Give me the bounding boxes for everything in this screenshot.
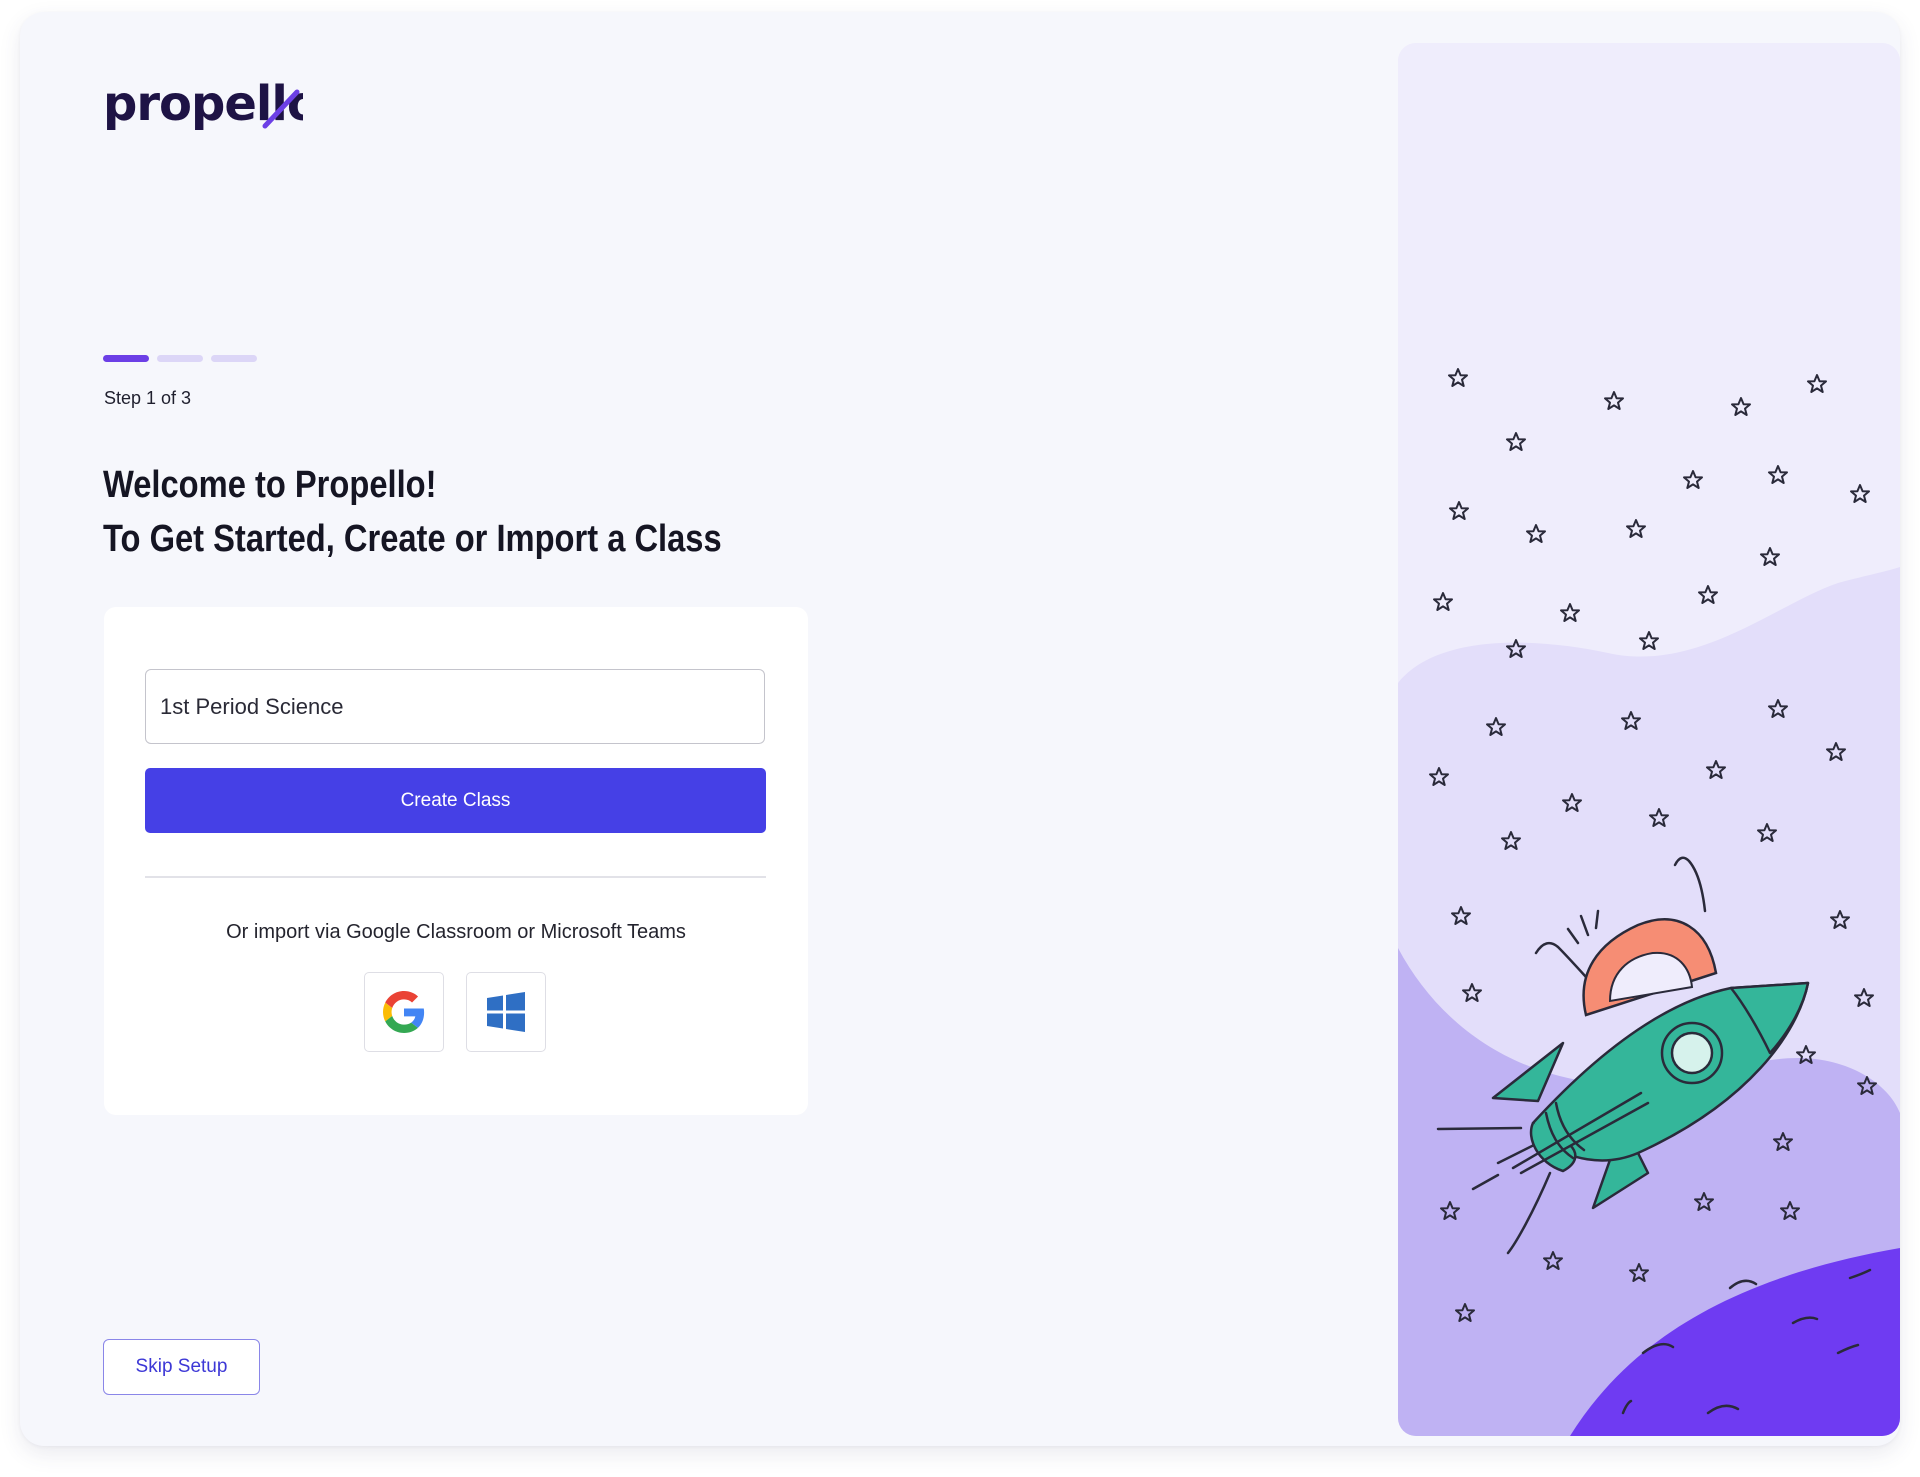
progress-segment	[157, 355, 203, 362]
create-class-button[interactable]: Create Class	[145, 768, 766, 833]
setup-card: propello Step 1 of 3 Welcome to Propello…	[20, 12, 1900, 1446]
propello-logo: propello	[103, 80, 303, 132]
skip-setup-button[interactable]: Skip Setup	[103, 1339, 260, 1395]
divider	[145, 876, 766, 878]
progress-segment	[211, 355, 257, 362]
title-line-2: To Get Started, Create or Import a Class	[103, 518, 722, 560]
title-line-1: Welcome to Propello!	[103, 464, 437, 506]
google-icon	[383, 991, 425, 1033]
google-classroom-import-button[interactable]	[364, 972, 444, 1052]
rocket-illustration	[1398, 43, 1900, 1436]
windows-icon	[487, 992, 525, 1032]
create-class-panel: Create Class Or import via Google Classr…	[104, 607, 808, 1115]
page-title: Welcome to Propello! To Get Started, Cre…	[103, 458, 822, 566]
class-name-input[interactable]	[145, 669, 765, 744]
microsoft-teams-import-button[interactable]	[466, 972, 546, 1052]
svg-text:propello: propello	[103, 80, 303, 132]
step-progress	[103, 355, 257, 362]
step-label: Step 1 of 3	[104, 388, 192, 408]
progress-segment-active	[103, 355, 149, 362]
import-instructions: Or import via Google Classroom or Micros…	[226, 921, 686, 943]
